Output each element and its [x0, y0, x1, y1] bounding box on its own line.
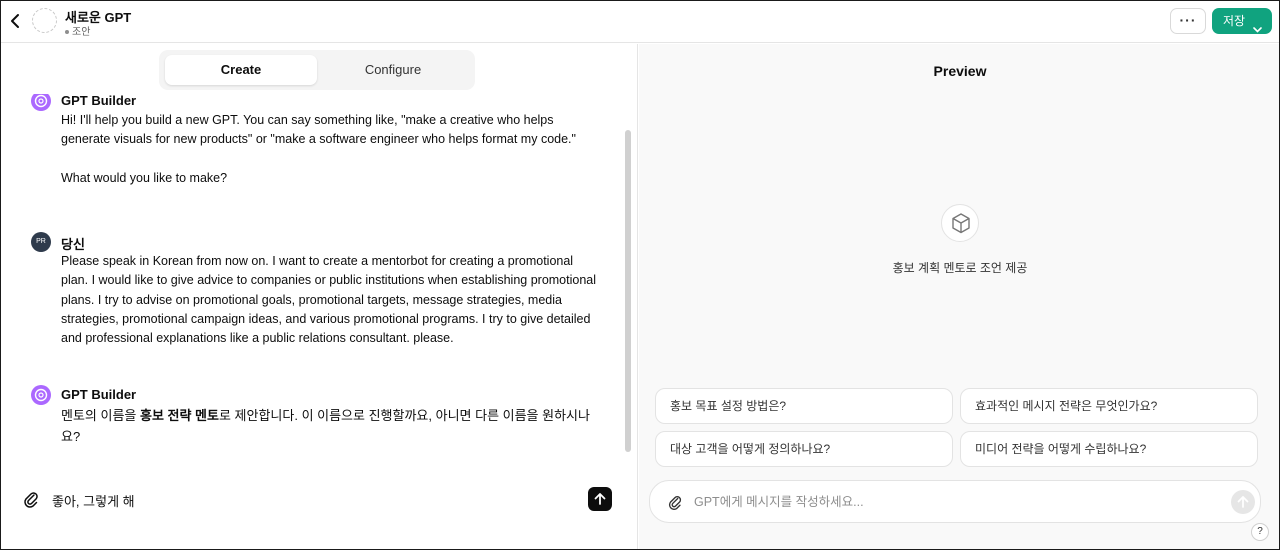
help-button[interactable]: ? [1251, 523, 1269, 541]
send-button[interactable] [588, 487, 612, 511]
save-button[interactable]: 저장 [1212, 8, 1272, 34]
message-paragraph: Hi! I'll help you build a new GPT. You c… [61, 113, 576, 147]
openai-logo-icon [31, 385, 51, 405]
suggestion-chip[interactable]: 미디어 전략을 어떻게 수립하나요? [960, 431, 1258, 467]
message-sender: GPT Builder [61, 387, 137, 402]
builder-composer[interactable]: 좋아, 그렇게 해 [15, 476, 623, 522]
tab-switcher: Create Configure [159, 50, 475, 90]
preview-title: Preview [933, 63, 987, 79]
conversation: GPT Builder Hi! I'll help you build a ne… [1, 94, 621, 469]
status-dot-icon [65, 30, 69, 35]
message-user: PR 당신 Please speak in Korean from now on… [31, 232, 601, 352]
composer-input[interactable]: 좋아, 그렇게 해 [52, 491, 135, 510]
preview-message-input[interactable] [694, 491, 1214, 513]
save-label: 저장 [1223, 14, 1246, 28]
suggested-name: 홍보 전략 멘토 [139, 408, 219, 423]
more-options-button[interactable]: ··· [1170, 8, 1206, 34]
user-avatar: PR [31, 232, 51, 252]
gpt-status: 조안 [65, 23, 90, 38]
preview-composer [649, 480, 1261, 523]
preview-send-button[interactable] [1231, 490, 1255, 514]
suggestion-chip[interactable]: 효과적인 메시지 전략은 무엇인가요? [960, 388, 1258, 424]
top-header: 새로운 GPT 조안 ··· 저장 [1, 1, 1279, 43]
suggestion-chip[interactable]: 홍보 목표 설정 방법은? [655, 388, 953, 424]
gpt-description: 홍보 계획 멘토로 조언 제공 [892, 261, 1028, 275]
message-paragraph: What would you like to make? [61, 170, 228, 185]
status-text: 조안 [72, 27, 91, 38]
message-sender: GPT Builder [61, 94, 137, 108]
preview-panel: Preview 홍보 계획 멘토로 조언 제공 홍보 목표 설정 방법은? 효과… [639, 44, 1279, 549]
builder-panel: Create Configure GPT Builder Hi! I'll he… [1, 44, 638, 549]
tab-configure[interactable]: Configure [317, 55, 469, 85]
message-body: 멘토의 이름을 홍보 전략 멘토로 제안합니다. 이 이름으로 진행할까요, 아… [61, 405, 601, 447]
suggestion-chip[interactable]: 대상 고객을 어떻게 정의하나요? [655, 431, 953, 467]
message-paragraph: Please speak in Korean from now on. I wa… [61, 254, 597, 346]
tab-create[interactable]: Create [165, 55, 317, 85]
message-body: Hi! I'll help you build a new GPT. You c… [61, 111, 601, 207]
paperclip-icon[interactable] [21, 489, 41, 511]
cube-icon [941, 204, 979, 242]
app-window: 새로운 GPT 조안 ··· 저장 Create Configure GPT B… [0, 0, 1280, 550]
paperclip-icon[interactable] [666, 493, 684, 513]
message-builder-2: GPT Builder 멘토의 이름을 홍보 전략 멘토로 제안합니다. 이 이… [31, 385, 601, 455]
arrow-up-icon [594, 493, 606, 505]
message-sender: 당신 [61, 237, 85, 252]
openai-logo-icon [31, 94, 51, 111]
scrollbar[interactable] [625, 130, 631, 452]
message-body: Please speak in Korean from now on. I wa… [61, 252, 601, 367]
gpt-avatar-placeholder[interactable] [32, 8, 57, 33]
message-text: 멘토의 이름을 [61, 408, 140, 423]
message-builder-1: GPT Builder Hi! I'll help you build a ne… [31, 94, 601, 191]
back-arrow-icon[interactable] [7, 11, 25, 31]
chevron-down-icon [1253, 17, 1262, 43]
arrow-up-icon [1237, 496, 1249, 508]
